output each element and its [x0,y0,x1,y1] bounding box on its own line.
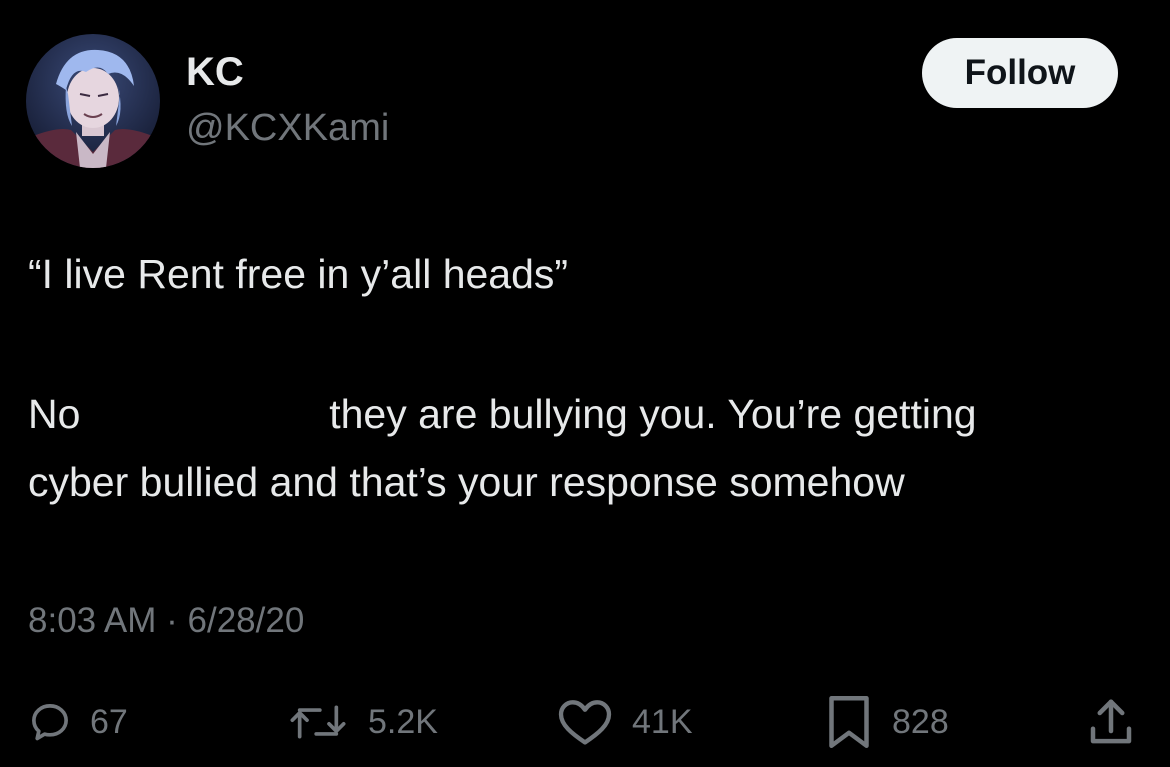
share-button[interactable] [1084,694,1138,750]
share-icon [1090,699,1132,744]
bookmark-icon [829,696,869,748]
reply-count: 67 [90,703,128,741]
retweet-button[interactable]: 5.2K [286,694,438,750]
tweet-timestamp[interactable]: 8:03 AM · 6/28/20 [28,597,304,645]
tweet-line-2: cyber bullied and that’s your response s… [28,459,905,505]
reply-button[interactable]: 67 [28,694,128,750]
display-name[interactable]: KC [186,48,244,96]
retweet-count: 5.2K [368,703,438,741]
tweet-line-1: No they are bullying you. You’re getting [28,380,1148,448]
user-handle[interactable]: @KCXKami [186,104,389,152]
tweet-line-1-start: No [28,391,81,437]
tweet-text: “I live Rent free in y’all heads” No the… [28,240,1148,516]
bookmark-button[interactable]: 828 [824,694,949,750]
tweet-line-1-end: they are bullying you. You’re getting [329,391,977,437]
avatar[interactable] [26,34,160,168]
tweet-card: KC @KCXKami Follow “I live Rent free in … [0,0,1170,767]
heart-icon [558,700,612,745]
reply-icon [32,704,68,741]
like-button[interactable]: 41K [556,694,693,750]
bookmark-count: 828 [892,703,949,741]
retweet-icon [290,705,346,739]
follow-button[interactable]: Follow [922,38,1118,108]
tweet-quote: “I live Rent free in y’all heads” [28,251,569,297]
like-count: 41K [632,703,693,741]
avatar-image [26,34,160,168]
redacted-text [91,394,318,434]
